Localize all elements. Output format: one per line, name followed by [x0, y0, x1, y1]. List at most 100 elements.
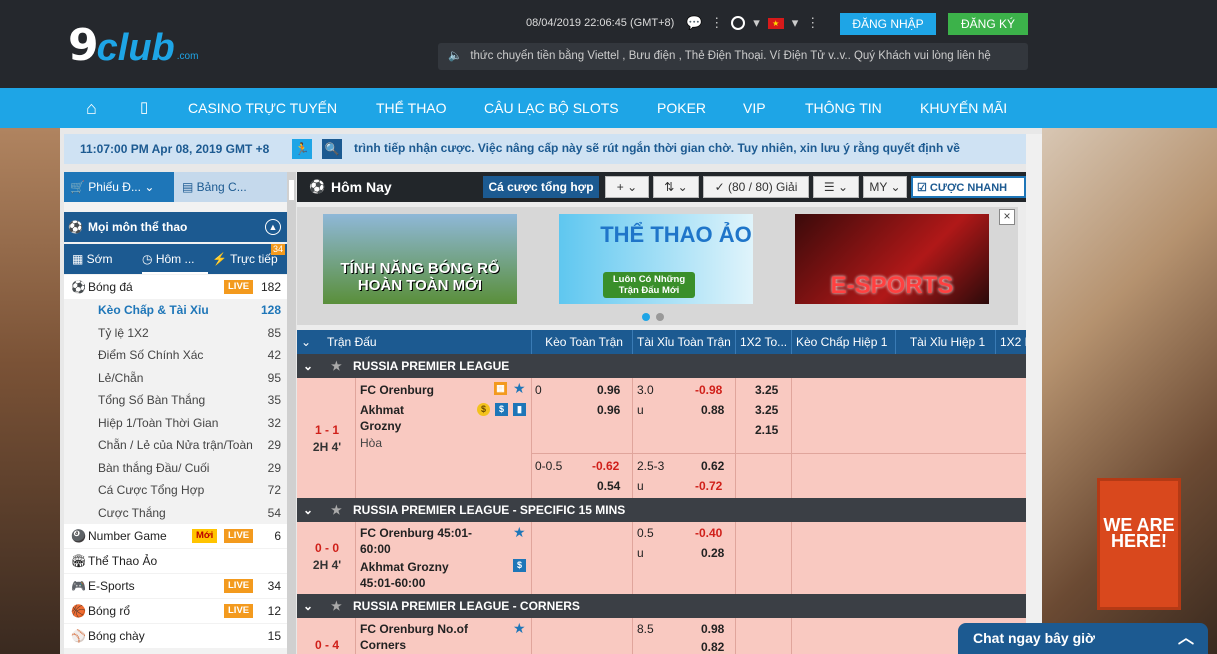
sport-soccer[interactable]: ⚽ Bóng đá LIVE 182: [64, 275, 287, 299]
market-handicap-ou[interactable]: Kèo Chấp & Tài Xỉu 128: [64, 299, 287, 322]
odds-cell[interactable]: 0.62: [701, 458, 724, 474]
quick-bet-toggle[interactable]: ☑ CƯỢC NHANH: [911, 176, 1026, 198]
tab-bet-slip[interactable]: 🛒 Phiếu Đ... ⌄: [64, 172, 174, 202]
banner-basketball[interactable]: TÍNH NĂNG BÓNG RỔ HOÀN TOÀN MỚI: [323, 214, 517, 304]
odds-cell[interactable]: 0.28: [701, 545, 724, 561]
odds-type-select[interactable]: MY ⌄: [863, 176, 907, 198]
market-odd-even[interactable]: Lẻ/Chẵn 95: [64, 366, 287, 389]
nav-vip[interactable]: VIP: [743, 88, 766, 128]
sport-basketball[interactable]: 🏀 Bóng rổ LIVE 12: [64, 599, 287, 623]
favorite-star-icon[interactable]: ★: [513, 525, 526, 539]
logo[interactable]: 9 club .com: [68, 20, 198, 69]
nav-poker[interactable]: POKER: [657, 88, 706, 128]
cashout-icon[interactable]: $: [495, 403, 508, 416]
odds-cell[interactable]: -0.98: [695, 382, 722, 398]
mobile-icon[interactable]: ▯: [140, 88, 148, 128]
chevron-down-icon[interactable]: ⌄: [303, 498, 313, 522]
close-icon[interactable]: ×: [999, 209, 1015, 225]
all-sports-header[interactable]: ⚽ Mọi môn thể thao ▲: [64, 212, 287, 242]
match-row: 1 - 1 2H 4' FC Orenburg Akhmat Grozny Hò…: [297, 378, 1026, 498]
runner-icon[interactable]: 🏃: [292, 139, 312, 159]
market-first-last-goal[interactable]: Bàn thắng Đầu/ Cuối 29: [64, 456, 287, 479]
odds-cell[interactable]: 2.15: [755, 422, 778, 438]
sort-button[interactable]: ⇅ ⌄: [653, 176, 699, 198]
chevron-up-icon[interactable]: ▲: [265, 219, 281, 235]
odds-cell[interactable]: 0.96: [597, 382, 620, 398]
search-icon[interactable]: 🔍: [322, 139, 342, 159]
carousel-dot[interactable]: [642, 313, 650, 321]
market-total-goals[interactable]: Tổng Số Bàn Thắng 35: [64, 389, 287, 412]
coin-icon[interactable]: $: [477, 403, 490, 416]
nav-slots[interactable]: CÂU LẠC BỘ SLOTS: [484, 88, 619, 128]
league-row[interactable]: ⌄ ★ RUSSIA PREMIER LEAGUE: [297, 354, 1026, 378]
sidebar-scrollbar[interactable]: [287, 172, 296, 654]
market-outright[interactable]: Cược Thắng 54: [64, 501, 287, 524]
cashout-icon[interactable]: $: [513, 559, 526, 572]
sport-baseball[interactable]: ⚾ Bóng chày 15: [64, 624, 287, 648]
market-half-odd-even[interactable]: Chẵn / Lẻ của Nửa trận/Toàn 29: [64, 434, 287, 457]
odds-cell[interactable]: 0.82: [701, 639, 724, 654]
carousel-dot[interactable]: [656, 313, 664, 321]
tab-live[interactable]: ⚡ Trực tiếp: [212, 244, 278, 274]
we-are-here-badge[interactable]: WE ARE HERE!: [1097, 478, 1181, 610]
basketball-icon: 🏀: [71, 604, 86, 618]
combined-bet-button[interactable]: Cá cược tổng hợp: [483, 176, 599, 198]
star-icon[interactable]: ★: [331, 498, 342, 522]
odds-cell[interactable]: 3.25: [755, 402, 778, 418]
banner-virtual-sports[interactable]: THỂ THAO ẢO Luôn Có Những Trận Đấu Mới: [559, 214, 753, 304]
chevron-up-icon[interactable]: ︿: [1178, 623, 1194, 654]
chevron-down-icon[interactable]: ⌄: [303, 594, 313, 618]
register-button[interactable]: ĐĂNG KÝ: [948, 13, 1028, 35]
odds-cell[interactable]: 0.88: [701, 402, 724, 418]
star-icon[interactable]: ★: [331, 354, 342, 378]
nav-sports[interactable]: THỂ THAO: [376, 88, 447, 128]
nav-casino[interactable]: CASINO TRỰC TUYẾN: [188, 88, 337, 128]
odds-cell[interactable]: -0.72: [695, 478, 722, 494]
odds-table-header: ⌄ Trận Đấu Kèo Toàn Trận Tài Xỉu Toàn Tr…: [297, 330, 1026, 354]
more-icon[interactable]: ⋮: [806, 15, 819, 31]
tab-today[interactable]: ◷ Hôm ...: [142, 244, 208, 274]
sport-esports[interactable]: 🎮 E-Sports LIVE 34: [64, 574, 287, 598]
scroll-handle[interactable]: [289, 180, 294, 200]
stats-icon[interactable]: ▦: [494, 382, 507, 395]
status-ring-icon[interactable]: [731, 16, 746, 30]
view-list-button[interactable]: ☰ ⌄: [813, 176, 859, 198]
league-filter-button[interactable]: ✓ (80 / 80) Giải: [703, 176, 809, 198]
chat-bubbles-icon[interactable]: 💬: [686, 15, 702, 31]
chevron-down-icon[interactable]: ⌄: [297, 330, 319, 354]
nav-promotions[interactable]: KHUYẾN MÃI: [920, 88, 1007, 128]
live-chat-button[interactable]: Chat ngay bây giờ ︿: [958, 623, 1208, 654]
odds-cell[interactable]: 0.96: [597, 402, 620, 418]
odds-cell[interactable]: 0.54: [597, 478, 620, 494]
favorite-star-icon[interactable]: ★: [513, 381, 526, 395]
odds-cell[interactable]: 3.25: [755, 382, 778, 398]
league-row[interactable]: ⌄ ★ RUSSIA PREMIER LEAGUE - CORNERS: [297, 594, 1026, 618]
chevron-down-icon[interactable]: ▾: [792, 15, 799, 31]
sport-virtual[interactable]: 🏟 Thể Thao Ảo: [64, 549, 287, 573]
market-combo[interactable]: Cá Cược Tổng Hợp 72: [64, 479, 287, 502]
favorite-star-icon[interactable]: ★: [513, 621, 526, 635]
vietnam-flag-icon[interactable]: ★: [767, 17, 784, 29]
away-team: 45:01-60:00: [360, 576, 426, 590]
chevron-down-icon[interactable]: ▾: [753, 15, 760, 31]
odds-cell[interactable]: 0.98: [701, 621, 724, 637]
star-icon[interactable]: ★: [331, 594, 342, 618]
login-button[interactable]: ĐĂNG NHẬP: [840, 13, 936, 35]
chevron-down-icon[interactable]: ⌄: [303, 354, 313, 378]
league-row[interactable]: ⌄ ★ RUSSIA PREMIER LEAGUE - SPECIFIC 15 …: [297, 498, 1026, 522]
chart-icon[interactable]: ▮: [513, 403, 526, 416]
odds-cell[interactable]: -0.62: [592, 458, 619, 474]
market-half-full-time[interactable]: Hiệp 1/Toàn Thời Gian 32: [64, 411, 287, 434]
nav-info[interactable]: THÔNG TIN: [805, 88, 882, 128]
sport-number-game[interactable]: 🎱 Number Game Mới LIVE 6: [64, 524, 287, 548]
market-correct-score[interactable]: Điểm Số Chính Xác 42: [64, 344, 287, 367]
page-scrollbar[interactable]: [1026, 134, 1042, 654]
banner-esports[interactable]: E-SPORTS: [795, 214, 989, 304]
tab-bet-board[interactable]: ▤ Bảng C...: [174, 172, 287, 202]
home-icon[interactable]: ⌂: [86, 88, 97, 128]
live-badge: LIVE: [224, 604, 254, 618]
market-1x2[interactable]: Tỷ lệ 1X2 85: [64, 321, 287, 344]
add-button[interactable]: + ⌄: [605, 176, 649, 198]
odds-cell[interactable]: -0.40: [695, 525, 722, 541]
tab-early[interactable]: ▦ Sớm: [72, 244, 113, 274]
